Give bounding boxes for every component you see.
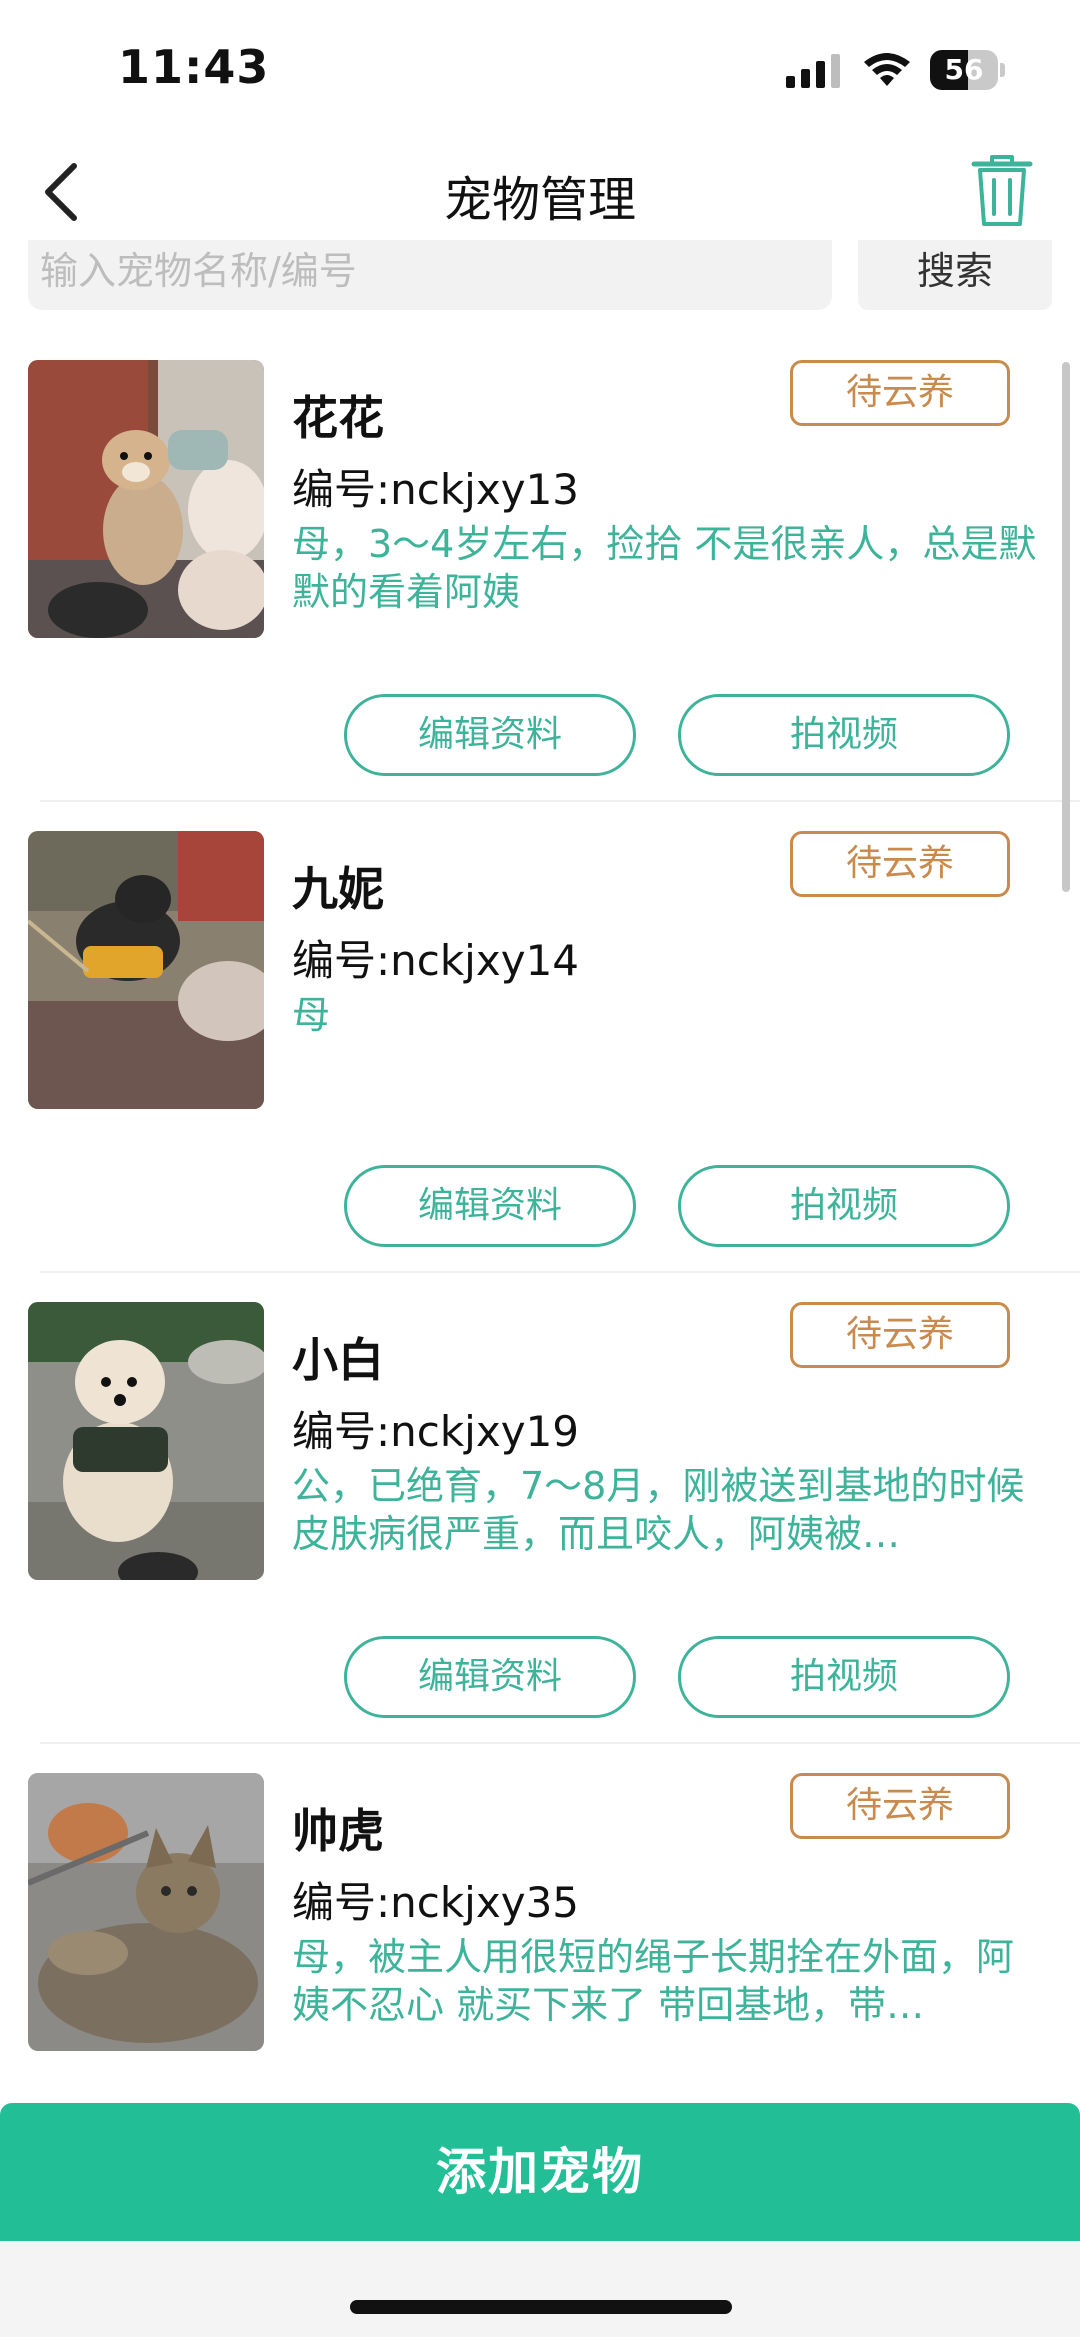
search-button-label: 搜索	[916, 249, 993, 293]
pet-photo[interactable]	[28, 1773, 264, 2051]
pet-name: 小白	[292, 1333, 384, 1387]
delete-button[interactable]	[970, 154, 1034, 228]
cellular-signal-icon	[786, 54, 840, 88]
divider	[40, 1742, 1080, 1744]
status-badge: 待云养	[790, 1773, 1010, 1839]
status-badge: 待云养	[790, 360, 1010, 426]
pet-description: 母	[292, 993, 331, 1037]
divider	[40, 800, 1080, 802]
record-video-button[interactable]: 拍视频	[678, 694, 1010, 776]
pet-photo[interactable]	[28, 1302, 264, 1580]
nav-bar: 宠物管理	[0, 130, 1080, 250]
pet-description: 母，被主人用很短的绳子长期拴在外面，阿姨不忍心 就买下来了 带回基地，带…	[292, 1935, 1015, 2027]
bottom-safe-area	[0, 2241, 1080, 2337]
wifi-icon	[864, 53, 910, 86]
pet-description: 母，3～4岁左右，捡拾 不是很亲人，总是默默的看着阿姨	[292, 522, 1037, 614]
home-indicator	[350, 2300, 732, 2314]
pet-name: 九妮	[292, 862, 384, 916]
record-video-button[interactable]: 拍视频	[678, 1636, 1010, 1718]
status-bar: 11:43 56	[0, 0, 1080, 130]
trash-icon	[971, 155, 1033, 226]
pet-card: 花花 编号:nckjxy13 母，3～4岁左右，捡拾 不是很亲人，总是默默的看着…	[0, 360, 1080, 830]
edit-profile-button[interactable]: 编辑资料	[344, 694, 636, 776]
pet-id: 编号:nckjxy35	[292, 1878, 580, 1927]
search-placeholder: 输入宠物名称/编号	[40, 249, 357, 293]
edit-profile-button[interactable]: 编辑资料	[344, 1165, 636, 1247]
edit-profile-button[interactable]: 编辑资料	[344, 1636, 636, 1718]
status-badge: 待云养	[790, 1302, 1010, 1368]
pet-name: 花花	[292, 391, 384, 445]
record-video-button[interactable]: 拍视频	[678, 1165, 1010, 1247]
pet-id: 编号:nckjxy13	[292, 465, 580, 514]
status-badge: 待云养	[790, 831, 1010, 897]
battery-indicator: 56	[930, 50, 1005, 90]
pet-card: 九妮 编号:nckjxy14 母 待云养 编辑资料 拍视频	[0, 831, 1080, 1301]
page-title: 宠物管理	[443, 172, 636, 228]
divider	[40, 1271, 1080, 1273]
pet-id: 编号:nckjxy19	[292, 1407, 580, 1456]
battery-percentage: 56	[944, 53, 984, 86]
scrollbar[interactable]	[1062, 362, 1070, 892]
pet-card: 小白 编号:nckjxy19 公，已绝育，7～8月，刚被送到基地的时候皮肤病很严…	[0, 1302, 1080, 1772]
pet-photo[interactable]	[28, 831, 264, 1109]
pet-id: 编号:nckjxy14	[292, 936, 580, 985]
search-button[interactable]: 搜索	[858, 240, 1052, 310]
status-time: 11:43	[118, 40, 270, 94]
add-pet-button[interactable]: 添加宠物	[0, 2103, 1080, 2241]
pet-photo[interactable]	[28, 360, 264, 638]
pet-name: 帅虎	[292, 1804, 384, 1858]
search-input[interactable]: 输入宠物名称/编号	[28, 240, 832, 310]
pet-description: 公，已绝育，7～8月，刚被送到基地的时候皮肤病很严重，而且咬人，阿姨被…	[292, 1464, 1025, 1556]
